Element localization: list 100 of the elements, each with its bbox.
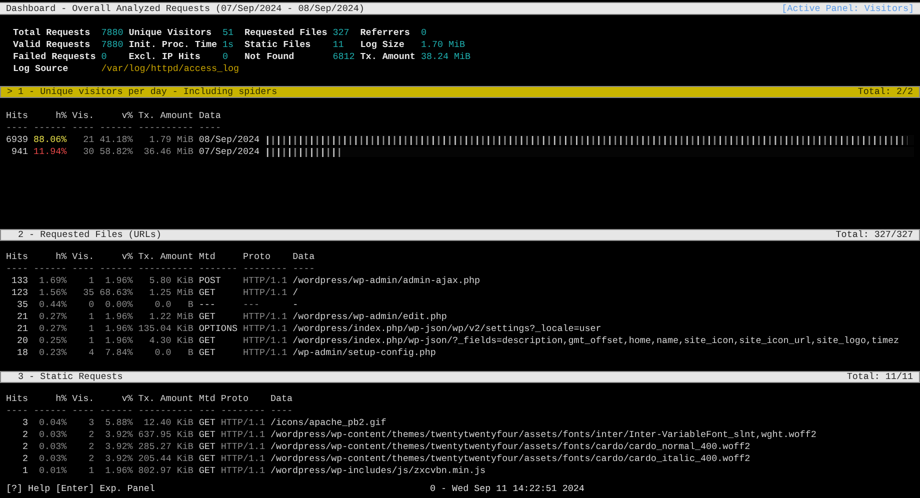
panel-header[interactable]: 2 - Requested Files (URLs) Total: 327/327 xyxy=(0,229,920,241)
table-cell-text: 1 xyxy=(88,465,94,477)
table-cell-text: 30 xyxy=(82,146,94,158)
table-cell: 135.04 KiB xyxy=(138,323,194,335)
table-cell-text: 0.03% xyxy=(38,453,67,465)
table-cell: /wordpress/wp-content/themes/twentytwentyfour/assets/fonts/cardo/cardo_normal_400.woff2 xyxy=(270,441,750,453)
metric-value: 0 xyxy=(101,51,108,63)
table-cell-text: 1.96% xyxy=(104,335,133,347)
table-cell: /wordpress/wp-content/themes/twentytwentyfour/assets/fonts/cardo/cardo_italic_400.woff2 xyxy=(270,453,750,465)
table-cell-text: 0.04% xyxy=(38,417,67,429)
metric-label: Failed Requests xyxy=(13,51,97,63)
table-cell-text: 0 xyxy=(88,299,94,311)
table-cell: 205.44 KiB xyxy=(138,453,194,465)
table-cell-text: 123 xyxy=(10,287,28,299)
table-cell-text: 2 xyxy=(88,453,94,465)
log-source-path: /var/log/httpd/access_log xyxy=(101,63,240,75)
table-cell-text: 7.84% xyxy=(104,347,133,359)
table-cell-text: 2 xyxy=(88,429,94,441)
table-cell: - xyxy=(292,299,298,311)
table-cell: /wordpress/index.php/wp-json/?_fields=description,gmt_offset,home,name,site_icon,site_icon_url,site_logo,timez xyxy=(292,335,900,347)
table-cell-text: 5.88% xyxy=(104,417,133,429)
column-rule: ---- ------ ---- ------ ---------- ------- -------- ---- xyxy=(6,263,315,275)
table-cell: 58.82% xyxy=(100,146,133,158)
table-cell-text: 1 xyxy=(88,311,94,323)
table-cell-text: 1 xyxy=(88,335,94,347)
metric-label: Valid Requests xyxy=(13,39,92,51)
table-cell-text: 36.46 MiB xyxy=(142,146,194,158)
table-cell-text: 35 xyxy=(16,299,28,311)
metric-value: 1.70 MiB xyxy=(420,39,466,51)
table-cell-text: GET xyxy=(198,347,216,359)
table-cell-text: 1.96% xyxy=(104,323,133,335)
window-title: Dashboard - Overall Analyzed Requests (07/Sep/2024 - 08/Sep/2024) xyxy=(6,2,364,14)
table-cell-text: 3.92% xyxy=(104,453,133,465)
metric-label: Unique Visitors xyxy=(128,27,212,39)
table-cell-text: 3 xyxy=(88,417,94,429)
column-header: h% xyxy=(54,251,67,263)
metric-value: 0 xyxy=(222,51,229,63)
column-rule: ---- ------ ---- ------ ---------- --- -------- ---- xyxy=(6,405,293,417)
table-cell: GET xyxy=(198,465,216,477)
table-cell-text: 2 xyxy=(88,441,94,453)
table-cell-text: --- xyxy=(242,299,261,311)
table-cell-text: 12.40 KiB xyxy=(142,417,194,429)
column-header: Hits xyxy=(6,251,28,263)
table-cell-text: 1.96% xyxy=(104,311,133,323)
metric-value: 51 xyxy=(222,27,235,39)
panel-title: 2 - Requested Files (URLs) xyxy=(17,229,162,241)
table-cell-text: 2 xyxy=(22,453,28,465)
table-cell-text: 21 xyxy=(16,323,28,335)
table-cell-text: 0.03% xyxy=(38,441,67,453)
table-cell: HTTP/1.1 xyxy=(242,311,288,323)
panel-header[interactable]: 3 - Static Requests Total: 11/11 xyxy=(0,371,920,383)
table-cell: /wordpress/wp-includes/js/zxcvbn.min.js xyxy=(270,465,486,477)
table-cell: /icons/apache_pb2.gif xyxy=(270,417,386,429)
table-cell: GET xyxy=(198,441,216,453)
panel-header[interactable]: > 1 - Unique visitors per day - Including spiders Total: 2/2 xyxy=(0,86,920,98)
metric-value: 11 xyxy=(332,39,345,51)
column-header: Data xyxy=(198,110,221,122)
table-cell-text: 1 xyxy=(22,465,28,477)
table-cell-text: 1.96% xyxy=(104,465,133,477)
table-cell-text: 133 xyxy=(10,275,28,287)
column-header: Mtd xyxy=(198,251,216,263)
panel-total: Total: 2/2 xyxy=(858,86,913,98)
table-cell: /wordpress/index.php/wp-json/wp/v2/settings?_locale=user xyxy=(292,323,602,335)
table-cell-text: 0.01% xyxy=(38,465,67,477)
table-cell: HTTP/1.1 xyxy=(220,441,265,453)
table-cell-text: 0.00% xyxy=(104,299,133,311)
table-cell-text: GET xyxy=(198,311,216,323)
table-cell-text: 1 xyxy=(88,323,94,335)
metric-label: Log Source xyxy=(13,63,70,75)
column-header: Hits xyxy=(6,110,28,122)
table-cell: HTTP/1.1 xyxy=(242,347,288,359)
table-cell-text: 2 xyxy=(22,441,28,453)
metric-label: Total Requests xyxy=(13,27,92,39)
active-panel-label: [Active Panel: Visitors] xyxy=(782,2,914,14)
column-header: Vis. xyxy=(72,110,94,122)
table-cell-text: 0.27% xyxy=(38,323,67,335)
column-header: Hits xyxy=(6,393,28,405)
table-cell-text: 1.25 MiB xyxy=(148,287,194,299)
metric-label: Excl. IP Hits xyxy=(128,51,202,63)
metric-label: Init. Proc. Time xyxy=(128,39,218,51)
table-cell: HTTP/1.1 xyxy=(220,465,265,477)
table-cell-text: 21 xyxy=(82,134,94,146)
table-cell: /wordpress/wp-admin/admin-ajax.php xyxy=(292,275,480,287)
table-cell: OPTIONS xyxy=(198,323,238,335)
table-cell: HTTP/1.1 xyxy=(242,287,288,299)
table-cell: /wordpress/wp-content/themes/twentytwentyfour/assets/fonts/inter/Inter-VariableFont_slnt,wght.woff2 xyxy=(270,429,816,441)
table-cell-text: GET xyxy=(198,287,216,299)
table-cell: HTTP/1.1 xyxy=(220,417,265,429)
table-cell-text: 3.92% xyxy=(104,429,133,441)
table-cell: 68.63% xyxy=(100,287,133,299)
table-cell-text: 5.80 KiB xyxy=(148,275,194,287)
table-cell-text: GET xyxy=(198,335,216,347)
panel-total: Total: 327/327 xyxy=(836,229,913,241)
table-cell-text: 4.30 KiB xyxy=(148,335,194,347)
metric-value: 1s xyxy=(222,39,235,51)
metric-value: 6812 xyxy=(332,51,356,63)
column-header: Proto xyxy=(242,251,272,263)
table-cell-text: 0.0 B xyxy=(154,347,194,359)
metric-label: Referrers xyxy=(360,27,411,39)
metric-value: 0 xyxy=(420,27,428,39)
